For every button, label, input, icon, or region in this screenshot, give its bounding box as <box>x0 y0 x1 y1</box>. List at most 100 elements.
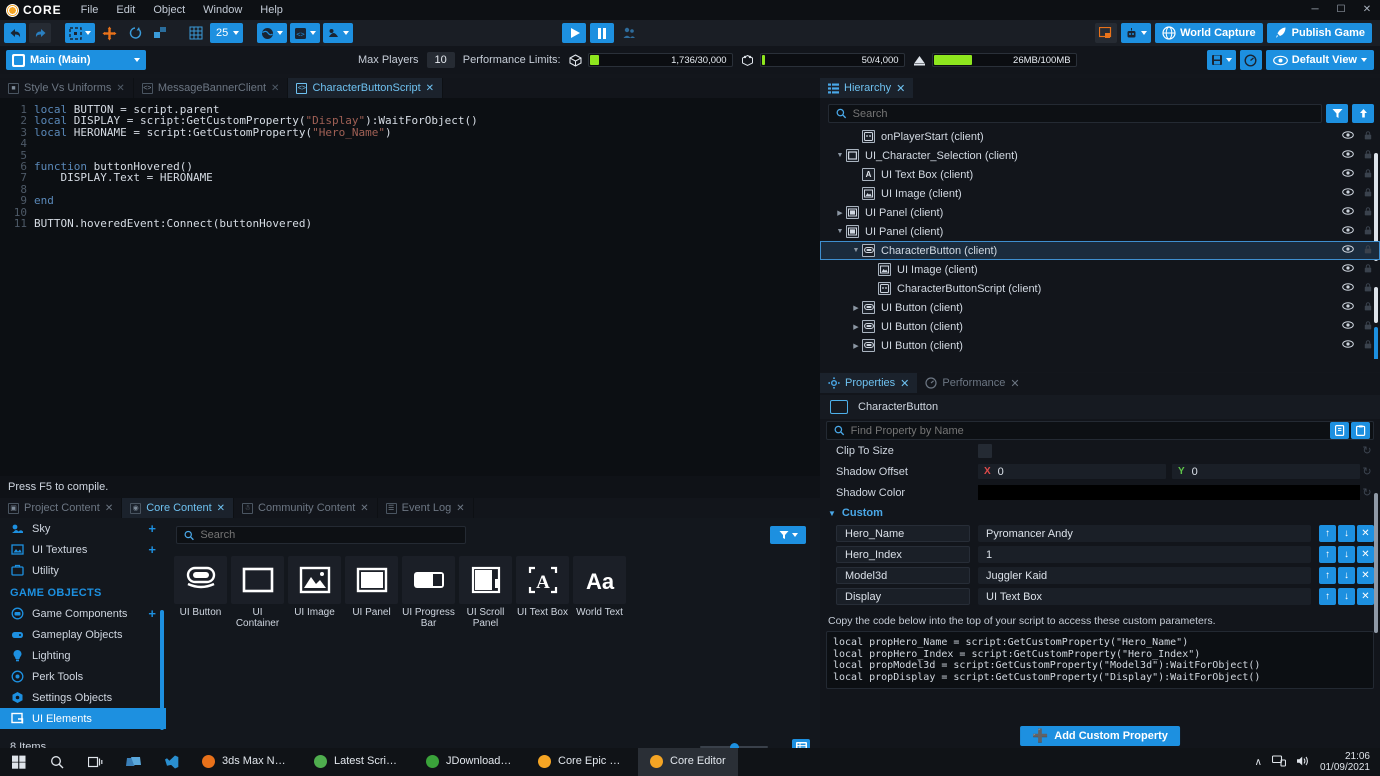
category-scrollbar[interactable] <box>160 610 164 730</box>
hierarchy-row[interactable]: ▼ UI Panel (client) <box>820 222 1380 241</box>
pause-button[interactable] <box>590 23 614 43</box>
move-up-button[interactable]: ↑ <box>1319 546 1336 563</box>
chevron-down-icon[interactable]: ▼ <box>834 228 846 235</box>
hierarchy-row[interactable]: onPlayerStart (client) <box>820 127 1380 146</box>
copy-properties-button[interactable] <box>1330 422 1349 439</box>
hierarchy-filter-button[interactable] <box>1326 104 1348 123</box>
chevron-down-icon[interactable]: ▼ <box>834 152 846 159</box>
performance-meter-button[interactable] <box>1239 50 1262 70</box>
tab-close-icon[interactable]: ✕ <box>1010 377 1019 390</box>
hierarchy-row[interactable]: ▶ UI Panel (client) <box>820 203 1380 222</box>
eye-icon[interactable] <box>1342 264 1354 275</box>
network-icon[interactable] <box>1271 754 1286 770</box>
tray-chevron-icon[interactable]: ∧ <box>1255 757 1262 768</box>
custom-property-key[interactable]: Hero_Name <box>836 525 970 542</box>
maximize-button[interactable]: ☐ <box>1328 0 1354 20</box>
lock-icon[interactable] <box>1364 206 1372 219</box>
eye-icon[interactable] <box>1342 245 1354 256</box>
custom-property-value[interactable]: 1 <box>978 546 1311 563</box>
reset-property-icon[interactable]: ↻ <box>1360 486 1374 499</box>
redo-button[interactable] <box>29 23 51 43</box>
chevron-right-icon[interactable]: ▶ <box>834 209 846 217</box>
reset-property-icon[interactable]: ↻ <box>1360 444 1374 457</box>
grid-snap-button[interactable] <box>185 23 207 43</box>
clip-to-size-checkbox[interactable] <box>978 443 992 458</box>
taskbar-search-icon[interactable] <box>38 748 76 776</box>
menu-help[interactable]: Help <box>251 0 292 20</box>
move-down-button[interactable]: ↓ <box>1338 588 1355 605</box>
add-category-icon[interactable]: + <box>148 606 156 621</box>
save-button[interactable] <box>1206 50 1236 70</box>
rotate-tool-button[interactable] <box>124 23 146 43</box>
lock-icon[interactable] <box>1364 320 1372 333</box>
grid-size-caret[interactable] <box>233 31 240 35</box>
close-button[interactable]: ✕ <box>1354 0 1380 20</box>
property-search-box[interactable] <box>826 421 1374 440</box>
eye-icon[interactable] <box>1342 207 1354 218</box>
tab-core-content[interactable]: ◉ Core Content ✕ <box>122 498 235 518</box>
shadow-offset-y[interactable]: Y0 <box>1172 464 1360 479</box>
menu-edit[interactable]: Edit <box>107 0 144 20</box>
move-up-button[interactable]: ↑ <box>1319 567 1336 584</box>
hierarchy-upload-button[interactable] <box>1352 104 1374 123</box>
hierarchy-search-input[interactable] <box>852 107 1314 120</box>
custom-property-key[interactable]: Model3d <box>836 567 970 584</box>
windows-start-icon[interactable] <box>0 748 38 776</box>
custom-property-value[interactable]: Pyromancer Andy <box>978 525 1311 542</box>
hierarchy-row[interactable]: ▶ UI Button (client) <box>820 317 1380 336</box>
content-category-perk-tools[interactable]: Perk Tools <box>0 666 166 687</box>
custom-section-header[interactable]: ▼ Custom <box>820 503 1380 523</box>
tab-community-content[interactable]: ☃ Community Content ✕ <box>234 498 378 518</box>
environment-button[interactable] <box>257 23 288 43</box>
asset-ui-button[interactable]: UI Button <box>174 556 227 629</box>
multiplayer-preview-button[interactable] <box>618 23 640 43</box>
remove-property-button[interactable]: ✕ <box>1357 588 1374 605</box>
lock-icon[interactable] <box>1364 149 1372 162</box>
tab-close-icon[interactable]: ✕ <box>217 503 225 514</box>
tab-style-vs-uniforms[interactable]: ■ Style Vs Uniforms ✕ <box>0 78 134 98</box>
content-filter-button[interactable] <box>770 526 806 544</box>
custom-property-value[interactable]: UI Text Box <box>978 588 1311 605</box>
eye-icon[interactable] <box>1342 131 1354 142</box>
asset-ui-progress-bar[interactable]: UI Progress Bar <box>402 556 455 629</box>
content-category-utility[interactable]: Utility <box>0 560 166 581</box>
code-line[interactable]: 7 DISPLAY.Text = HERONAME <box>0 172 820 184</box>
taskbar-app[interactable]: JDownloader 2 - Up... <box>414 748 526 776</box>
eye-icon[interactable] <box>1342 340 1354 351</box>
content-search-input[interactable] <box>200 529 458 541</box>
default-view-caret[interactable] <box>1361 58 1367 62</box>
hierarchy-row[interactable]: A UI Text Box (client) <box>820 165 1380 184</box>
properties-scrollbar[interactable] <box>1374 493 1378 633</box>
hierarchy-row[interactable]: UI Image (client) <box>820 184 1380 203</box>
content-filter-caret[interactable] <box>791 533 798 537</box>
content-category-settings-objects[interactable]: Settings Objects <box>0 687 166 708</box>
play-button[interactable] <box>562 23 586 43</box>
lock-icon[interactable] <box>1364 225 1372 238</box>
default-view-dropdown[interactable]: Default View <box>1265 50 1374 70</box>
chevron-down-icon[interactable]: ▼ <box>850 247 862 254</box>
scene-selector[interactable]: Main (Main) <box>6 50 146 70</box>
lock-icon[interactable] <box>1364 301 1372 314</box>
custom-property-key[interactable]: Display <box>836 588 970 605</box>
hierarchy-row[interactable]: ▼ CharacterButton (client) <box>820 241 1380 260</box>
tab-project-content[interactable]: ▣ Project Content ✕ <box>0 498 123 518</box>
move-tool-button[interactable] <box>98 23 121 43</box>
custom-property-value[interactable]: Juggler Kaid <box>978 567 1311 584</box>
paste-properties-button[interactable] <box>1351 422 1370 439</box>
move-up-button[interactable]: ↑ <box>1319 588 1336 605</box>
shadow-offset-x[interactable]: X0 <box>978 464 1166 479</box>
content-category-ui-textures[interactable]: UI Textures + <box>0 539 166 560</box>
taskbar-app[interactable]: 3ds Max News! / N... <box>190 748 302 776</box>
eye-icon[interactable] <box>1342 226 1354 237</box>
code-lines[interactable]: 1 local BUTTON = script.parent 2 local DISP… <box>0 98 820 230</box>
taskbar-app[interactable]: Core Editor <box>638 748 738 776</box>
taskbar-app[interactable]: Core Epic Launcher... <box>526 748 638 776</box>
hierarchy-row[interactable]: ▶ UI Button (client) <box>820 298 1380 317</box>
tab-hierarchy[interactable]: Hierarchy ✕ <box>820 78 914 98</box>
content-search-box[interactable] <box>176 526 466 544</box>
select-mode-caret[interactable] <box>85 31 91 35</box>
shadow-color-swatch[interactable] <box>978 485 1360 500</box>
asset-ui-panel[interactable]: UI Panel <box>345 556 398 629</box>
remove-property-button[interactable]: ✕ <box>1357 546 1374 563</box>
world-capture-button[interactable]: World Capture <box>1155 23 1263 43</box>
